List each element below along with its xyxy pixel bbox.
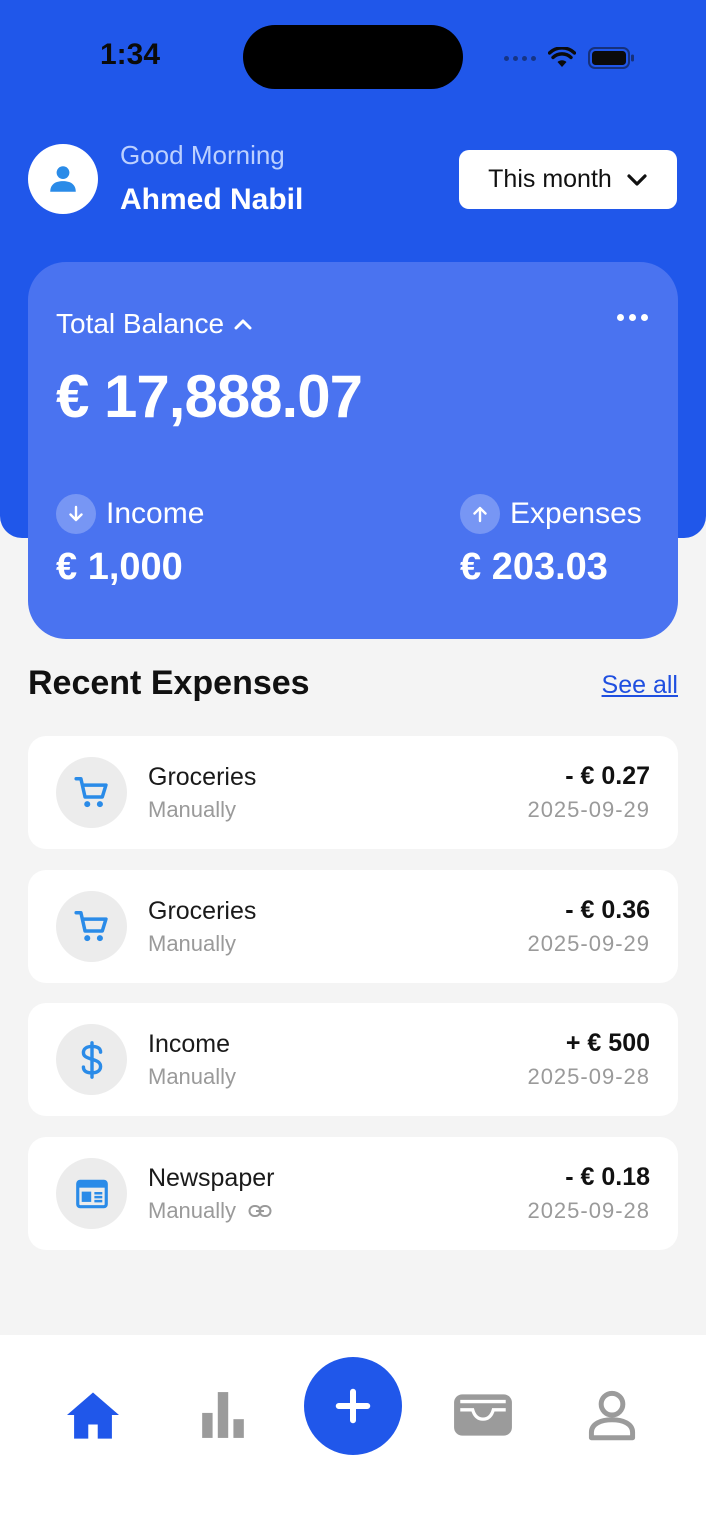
balance-card: Total Balance € 17,888.07 Income € 1,000… — [28, 262, 678, 639]
income-label: Income — [106, 497, 205, 530]
expenses-label-group: Expenses — [460, 494, 642, 534]
add-icon — [335, 1388, 371, 1424]
see-all-link[interactable]: See all — [602, 671, 678, 700]
period-label: This month — [488, 165, 612, 193]
transaction-amount: - € 0.27 — [565, 762, 650, 790]
chevron-up-icon — [234, 319, 252, 330]
profile-icon[interactable] — [577, 1380, 647, 1450]
arrow-up-icon — [460, 494, 500, 534]
arrow-down-icon — [56, 494, 96, 534]
transaction-date: 2025-09-29 — [527, 797, 650, 822]
transaction-amount: - € 0.36 — [565, 896, 650, 924]
newspaper-icon — [56, 1158, 127, 1229]
greeting-text: Good Morning — [120, 140, 285, 170]
transaction-name: Newspaper — [148, 1164, 275, 1192]
section-title: Recent Expenses — [28, 664, 310, 702]
transaction-name: Income — [148, 1030, 230, 1058]
status-time: 1:34 — [100, 38, 161, 71]
cart-icon — [56, 757, 127, 828]
transaction-source: Manually — [148, 1198, 272, 1224]
expenses-label: Expenses — [510, 497, 642, 530]
expenses-amount: € 203.03 — [460, 546, 608, 588]
source-text: Manually — [148, 1064, 237, 1089]
wallet-icon[interactable] — [448, 1380, 518, 1450]
income-label-group: Income — [56, 494, 204, 534]
transaction-row[interactable]: Groceries Manually - € 0.27 2025-09-29 — [28, 736, 678, 849]
balance-label: Total Balance — [56, 308, 225, 339]
transaction-row[interactable]: Groceries Manually - € 0.36 2025-09-29 — [28, 870, 678, 983]
user-name: Ahmed Nabil — [120, 183, 304, 216]
transaction-date: 2025-09-28 — [527, 1064, 650, 1089]
balance-amount: € 17,888.07 — [56, 363, 363, 430]
dynamic-island — [243, 25, 463, 89]
income-amount: € 1,000 — [56, 546, 183, 588]
source-text: Manually — [148, 797, 237, 822]
transaction-amount: - € 0.18 — [565, 1163, 650, 1191]
balance-toggle[interactable]: Total Balance — [56, 308, 252, 340]
transaction-name: Groceries — [148, 897, 257, 925]
transaction-source: Manually — [148, 1064, 236, 1090]
more-options-icon[interactable] — [617, 314, 648, 321]
add-button[interactable] — [304, 1357, 402, 1455]
transaction-source: Manually — [148, 931, 236, 957]
dollar-icon — [56, 1024, 127, 1095]
cart-icon — [56, 891, 127, 962]
period-dropdown[interactable]: This month — [459, 150, 677, 209]
link-icon — [248, 1205, 272, 1217]
wifi-icon — [548, 47, 576, 67]
chevron-down-icon — [627, 173, 647, 186]
signal-icon — [504, 55, 536, 61]
transaction-name: Groceries — [148, 763, 257, 791]
status-icons — [504, 40, 636, 76]
source-text: Manually — [148, 1198, 237, 1223]
transaction-row[interactable]: Newspaper Manually - € 0.18 2025-09-28 — [28, 1137, 678, 1250]
stats-icon[interactable] — [188, 1380, 258, 1450]
transaction-amount: + € 500 — [565, 1029, 650, 1057]
source-text: Manually — [148, 931, 237, 956]
transaction-date: 2025-09-29 — [527, 931, 650, 956]
person-icon — [50, 166, 76, 192]
transaction-row[interactable]: Income Manually + € 500 2025-09-28 — [28, 1003, 678, 1116]
bottom-nav — [0, 1335, 706, 1536]
transaction-date: 2025-09-28 — [527, 1198, 650, 1223]
transaction-source: Manually — [148, 797, 236, 823]
avatar[interactable] — [28, 144, 98, 214]
home-icon[interactable] — [58, 1380, 128, 1450]
battery-icon — [588, 47, 634, 69]
